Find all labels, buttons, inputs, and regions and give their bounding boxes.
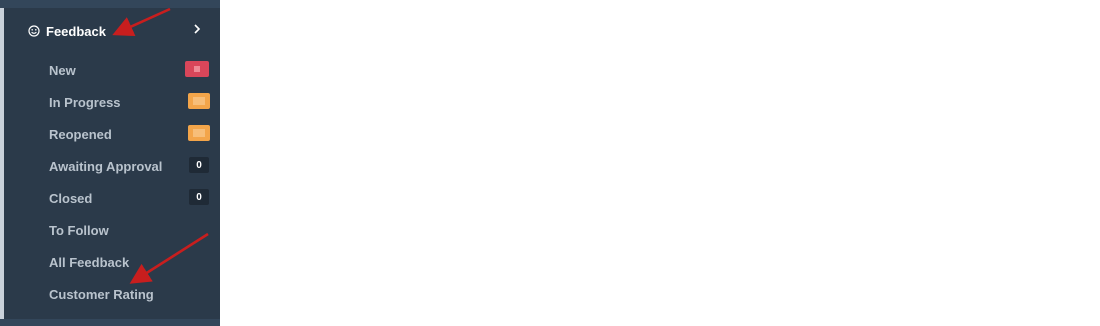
count-badge-awaiting-approval: 0 [189,157,209,173]
sidebar-item-label: To Follow [49,222,109,238]
count-badge-in-progress [188,93,210,109]
sidebar-item-to-follow[interactable]: To Follow [0,214,220,246]
sidebar-item-new[interactable]: New [0,54,220,86]
chevron-right-icon[interactable] [193,22,201,36]
count-badge-new [185,61,209,77]
sidebar-item-label: All Feedback [49,254,130,270]
count-badge-closed: 0 [189,189,209,205]
sidebar-bottom-divider [0,319,220,326]
sidebar: Feedback New In Progress Reopened Awaiti… [0,0,220,326]
sidebar-item-label: Reopened [49,126,112,142]
sidebar-item-label: New [49,62,76,78]
sidebar-item-reopened[interactable]: Reopened [0,118,220,150]
sidebar-item-label: Closed [49,190,93,206]
sidebar-item-label: Awaiting Approval [49,158,163,174]
sidebar-item-in-progress[interactable]: In Progress [0,86,220,118]
feedback-submenu: New In Progress Reopened Awaiting Approv… [0,54,220,310]
sidebar-item-customer-rating[interactable]: Customer Rating [0,278,220,310]
smile-icon [28,25,40,37]
sidebar-top-divider [0,0,220,8]
sidebar-item-label: In Progress [49,94,121,110]
menu-feedback[interactable]: Feedback [28,20,208,42]
menu-feedback-label: Feedback [46,23,106,39]
sidebar-item-all-feedback[interactable]: All Feedback [0,246,220,278]
sidebar-item-awaiting-approval[interactable]: Awaiting Approval 0 [0,150,220,182]
count-badge-reopened [188,125,210,141]
sidebar-item-closed[interactable]: Closed 0 [0,182,220,214]
sidebar-item-label: Customer Rating [49,286,154,302]
